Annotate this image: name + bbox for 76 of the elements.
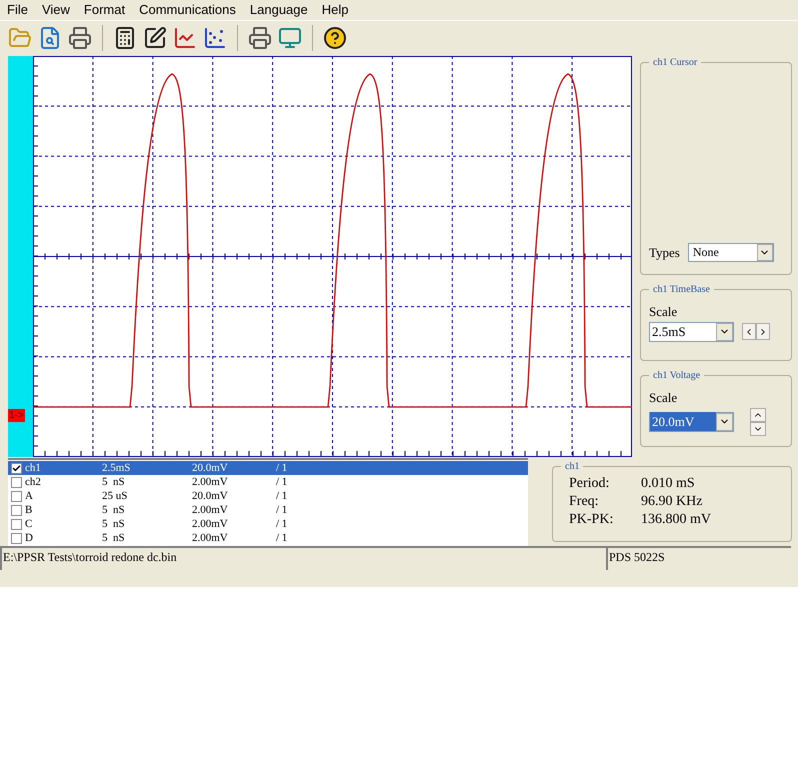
up-button[interactable] (750, 408, 766, 422)
status-device: PDS 5022S (606, 546, 791, 570)
down-button[interactable] (750, 422, 766, 436)
channel-row[interactable]: ch1 2.5mS 20.0mV / 1 (8, 461, 528, 475)
scale-label: Scale (649, 303, 678, 321)
line-chart-icon[interactable] (173, 26, 197, 50)
magnifier-icon[interactable] (38, 26, 62, 50)
channel-time: 5 nS (102, 503, 126, 517)
channel-time: 5 nS (102, 531, 126, 545)
channel-volts: 2.00mV (192, 531, 229, 545)
channel-volts: 20.0mV (192, 461, 229, 475)
channel-volts: 20.0mV (192, 489, 229, 503)
channel-ratio: / 1 (276, 503, 288, 517)
dropdown-button[interactable] (756, 244, 773, 261)
checkbox[interactable] (11, 504, 22, 516)
channel-time: 25 uS (102, 489, 128, 503)
scale-dropdown[interactable]: 2.5mS (649, 322, 734, 342)
dropdown-value: 2.5mS (651, 322, 687, 341)
checkbox[interactable] (11, 462, 22, 474)
status-file: E:\PPSR Tests\torroid redone dc.bin (0, 546, 606, 570)
checkbox[interactable] (11, 532, 22, 544)
monitor-icon[interactable] (278, 26, 302, 50)
checkbox[interactable] (11, 490, 22, 502)
channel-name: ch1 (25, 461, 42, 475)
channel-name: D (25, 531, 34, 545)
channel-marker[interactable]: 1-> (8, 409, 25, 422)
printer-icon[interactable] (68, 26, 92, 50)
help-icon[interactable] (323, 26, 347, 50)
scale-label: Scale (649, 389, 678, 407)
checkbox[interactable] (11, 518, 22, 530)
checkbox[interactable] (11, 476, 22, 488)
channel-ratio: / 1 (276, 517, 288, 531)
measure-label: PK-PK: (569, 511, 614, 529)
channel-row[interactable]: B 5 nS 2.00mV / 1 (8, 503, 528, 517)
measure-value: 0.010 mS (641, 475, 695, 493)
channel-name: A (25, 489, 34, 503)
types-dropdown[interactable]: None (688, 242, 774, 262)
channel-volts: 2.00mV (192, 503, 229, 517)
channel-row[interactable]: D 5 nS 2.00mV / 1 (8, 531, 528, 545)
menu-item[interactable]: Format (76, 0, 132, 20)
channel-row[interactable]: ch2 5 nS 2.00mV / 1 (8, 475, 528, 489)
menu-item[interactable]: Language (242, 0, 315, 20)
dropdown-value: 20.0mV (650, 412, 716, 432)
menu-item[interactable]: Help (314, 0, 356, 20)
left-button[interactable] (742, 323, 756, 340)
check-icon (12, 464, 21, 472)
measure-value: 96.90 KHz (641, 493, 702, 511)
measure-label: Period: (569, 475, 610, 493)
dropdown-button[interactable] (716, 322, 733, 340)
channel-time: 5 nS (102, 475, 126, 489)
channel-row[interactable]: A 25 uS 20.0mV / 1 (8, 489, 528, 503)
dropdown-value: None (692, 244, 720, 262)
pen-icon[interactable] (143, 26, 167, 50)
scatter-chart-icon[interactable] (203, 26, 227, 50)
dropdown-button[interactable] (716, 412, 733, 430)
channel-name: B (25, 503, 34, 517)
measure-label: Freq: (569, 493, 600, 511)
channel-ratio: / 1 (276, 489, 288, 503)
measure-value: 136.800 mV (641, 511, 711, 529)
channel-time: 5 nS (102, 517, 126, 531)
types-label: Types (649, 244, 680, 262)
channel-ratio: / 1 (276, 461, 288, 475)
channel-volts: 2.00mV (192, 517, 229, 531)
menu-item[interactable]: View (34, 0, 77, 20)
channel-name: C (25, 517, 34, 531)
printer-icon[interactable] (248, 26, 272, 50)
channel-name: ch2 (25, 475, 42, 489)
scale-dropdown[interactable]: 20.0mV (649, 412, 734, 432)
channel-ratio: / 1 (276, 475, 288, 489)
channel-time: 2.5mS (102, 461, 132, 475)
menu-item[interactable]: File (0, 0, 35, 20)
right-button[interactable] (756, 323, 770, 340)
channel-ratio: / 1 (276, 531, 288, 545)
menu-item[interactable]: Communications (132, 0, 243, 20)
channel-row[interactable]: C 5 nS 2.00mV / 1 (8, 517, 528, 531)
channel-volts: 2.00mV (192, 475, 229, 489)
